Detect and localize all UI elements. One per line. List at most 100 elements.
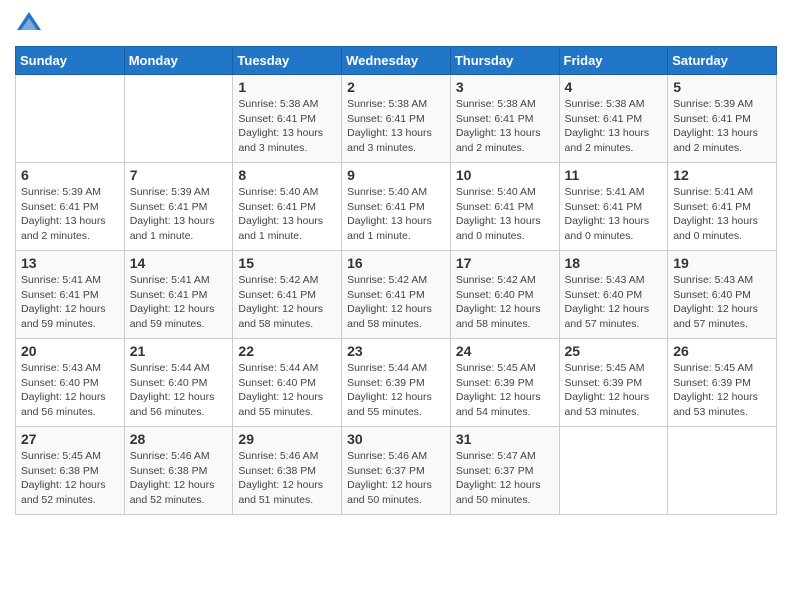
- calendar-cell: [559, 427, 668, 515]
- calendar-cell: 16 Sunrise: 5:42 AMSunset: 6:41 PMDayligh…: [342, 251, 451, 339]
- day-number: 22: [238, 343, 336, 359]
- day-detail: Sunrise: 5:41 AMSunset: 6:41 PMDaylight:…: [565, 185, 663, 244]
- calendar-cell: [16, 75, 125, 163]
- day-number: 1: [238, 79, 336, 95]
- day-detail: Sunrise: 5:44 AMSunset: 6:40 PMDaylight:…: [130, 361, 228, 420]
- calendar-week-row: 27 Sunrise: 5:45 AMSunset: 6:38 PMDayligh…: [16, 427, 777, 515]
- day-detail: Sunrise: 5:41 AMSunset: 6:41 PMDaylight:…: [21, 273, 119, 332]
- calendar-cell: [668, 427, 777, 515]
- calendar-cell: 6 Sunrise: 5:39 AMSunset: 6:41 PMDaylight…: [16, 163, 125, 251]
- day-number: 28: [130, 431, 228, 447]
- calendar-week-row: 1 Sunrise: 5:38 AMSunset: 6:41 PMDaylight…: [16, 75, 777, 163]
- calendar-cell: 26 Sunrise: 5:45 AMSunset: 6:39 PMDayligh…: [668, 339, 777, 427]
- day-detail: Sunrise: 5:42 AMSunset: 6:40 PMDaylight:…: [456, 273, 554, 332]
- page-header: [15, 10, 777, 38]
- weekday-header-sunday: Sunday: [16, 47, 125, 75]
- calendar-cell: 28Sunrise: 5:46 AMSunset: 6:38 PMDayligh…: [124, 427, 233, 515]
- day-number: 20: [21, 343, 119, 359]
- logo-icon: [15, 10, 43, 38]
- calendar-cell: 11 Sunrise: 5:41 AMSunset: 6:41 PMDayligh…: [559, 163, 668, 251]
- day-detail: Sunrise: 5:41 AMSunset: 6:41 PMDaylight:…: [673, 185, 771, 244]
- day-number: 16: [347, 255, 445, 271]
- day-number: 2: [347, 79, 445, 95]
- day-number: 14: [130, 255, 228, 271]
- day-number: 8: [238, 167, 336, 183]
- day-number: 10: [456, 167, 554, 183]
- day-number: 15: [238, 255, 336, 271]
- weekday-header-monday: Monday: [124, 47, 233, 75]
- day-detail: Sunrise: 5:43 AMSunset: 6:40 PMDaylight:…: [673, 273, 771, 332]
- calendar-cell: 29 Sunrise: 5:46 AMSunset: 6:38 PMDayligh…: [233, 427, 342, 515]
- day-number: 19: [673, 255, 771, 271]
- day-detail: Sunrise: 5:45 AMSunset: 6:39 PMDaylight:…: [673, 361, 771, 420]
- day-detail: Sunrise: 5:47 AMSunset: 6:37 PMDaylight:…: [456, 449, 554, 508]
- day-detail: Sunrise: 5:46 AMSunset: 6:38 PMDaylight:…: [238, 449, 336, 508]
- day-number: 18: [565, 255, 663, 271]
- day-number: 13: [21, 255, 119, 271]
- day-detail: Sunrise: 5:38 AMSunset: 6:41 PMDaylight:…: [347, 97, 445, 156]
- day-detail: Sunrise: 5:44 AMSunset: 6:40 PMDaylight:…: [238, 361, 336, 420]
- calendar-cell: 9Sunrise: 5:40 AMSunset: 6:41 PMDaylight…: [342, 163, 451, 251]
- calendar-cell: 31Sunrise: 5:47 AMSunset: 6:37 PMDayligh…: [450, 427, 559, 515]
- day-detail: Sunrise: 5:45 AMSunset: 6:39 PMDaylight:…: [565, 361, 663, 420]
- calendar-week-row: 6 Sunrise: 5:39 AMSunset: 6:41 PMDaylight…: [16, 163, 777, 251]
- calendar-cell: [124, 75, 233, 163]
- day-detail: Sunrise: 5:44 AMSunset: 6:39 PMDaylight:…: [347, 361, 445, 420]
- calendar-cell: 17 Sunrise: 5:42 AMSunset: 6:40 PMDayligh…: [450, 251, 559, 339]
- day-number: 5: [673, 79, 771, 95]
- calendar-table: SundayMondayTuesdayWednesdayThursdayFrid…: [15, 46, 777, 515]
- day-detail: Sunrise: 5:38 AMSunset: 6:41 PMDaylight:…: [565, 97, 663, 156]
- calendar-body: 1 Sunrise: 5:38 AMSunset: 6:41 PMDaylight…: [16, 75, 777, 515]
- day-number: 3: [456, 79, 554, 95]
- calendar-week-row: 13 Sunrise: 5:41 AMSunset: 6:41 PMDayligh…: [16, 251, 777, 339]
- day-number: 30: [347, 431, 445, 447]
- calendar-cell: 20Sunrise: 5:43 AMSunset: 6:40 PMDayligh…: [16, 339, 125, 427]
- calendar-cell: 8 Sunrise: 5:40 AMSunset: 6:41 PMDaylight…: [233, 163, 342, 251]
- calendar-cell: 4Sunrise: 5:38 AMSunset: 6:41 PMDaylight…: [559, 75, 668, 163]
- calendar-header: SundayMondayTuesdayWednesdayThursdayFrid…: [16, 47, 777, 75]
- calendar-cell: 1 Sunrise: 5:38 AMSunset: 6:41 PMDaylight…: [233, 75, 342, 163]
- day-number: 26: [673, 343, 771, 359]
- calendar-cell: 5 Sunrise: 5:39 AMSunset: 6:41 PMDaylight…: [668, 75, 777, 163]
- day-detail: Sunrise: 5:39 AMSunset: 6:41 PMDaylight:…: [21, 185, 119, 244]
- calendar-cell: 12 Sunrise: 5:41 AMSunset: 6:41 PMDayligh…: [668, 163, 777, 251]
- day-number: 9: [347, 167, 445, 183]
- calendar-cell: 15Sunrise: 5:42 AMSunset: 6:41 PMDayligh…: [233, 251, 342, 339]
- day-number: 12: [673, 167, 771, 183]
- calendar-cell: 23 Sunrise: 5:44 AMSunset: 6:39 PMDayligh…: [342, 339, 451, 427]
- logo: [15, 10, 47, 38]
- day-detail: Sunrise: 5:40 AMSunset: 6:41 PMDaylight:…: [238, 185, 336, 244]
- day-detail: Sunrise: 5:46 AMSunset: 6:37 PMDaylight:…: [347, 449, 445, 508]
- day-detail: Sunrise: 5:39 AMSunset: 6:41 PMDaylight:…: [673, 97, 771, 156]
- day-number: 6: [21, 167, 119, 183]
- calendar-cell: 2 Sunrise: 5:38 AMSunset: 6:41 PMDaylight…: [342, 75, 451, 163]
- day-detail: Sunrise: 5:38 AMSunset: 6:41 PMDaylight:…: [238, 97, 336, 156]
- day-detail: Sunrise: 5:45 AMSunset: 6:38 PMDaylight:…: [21, 449, 119, 508]
- day-number: 21: [130, 343, 228, 359]
- calendar-cell: 22 Sunrise: 5:44 AMSunset: 6:40 PMDayligh…: [233, 339, 342, 427]
- calendar-cell: 7 Sunrise: 5:39 AMSunset: 6:41 PMDaylight…: [124, 163, 233, 251]
- day-detail: Sunrise: 5:38 AMSunset: 6:41 PMDaylight:…: [456, 97, 554, 156]
- calendar-cell: 13 Sunrise: 5:41 AMSunset: 6:41 PMDayligh…: [16, 251, 125, 339]
- day-detail: Sunrise: 5:41 AMSunset: 6:41 PMDaylight:…: [130, 273, 228, 332]
- day-number: 23: [347, 343, 445, 359]
- weekday-header-wednesday: Wednesday: [342, 47, 451, 75]
- day-detail: Sunrise: 5:43 AMSunset: 6:40 PMDaylight:…: [565, 273, 663, 332]
- day-number: 29: [238, 431, 336, 447]
- calendar-cell: 25 Sunrise: 5:45 AMSunset: 6:39 PMDayligh…: [559, 339, 668, 427]
- calendar-cell: 30 Sunrise: 5:46 AMSunset: 6:37 PMDayligh…: [342, 427, 451, 515]
- weekday-header-friday: Friday: [559, 47, 668, 75]
- day-detail: Sunrise: 5:42 AMSunset: 6:41 PMDaylight:…: [347, 273, 445, 332]
- day-detail: Sunrise: 5:39 AMSunset: 6:41 PMDaylight:…: [130, 185, 228, 244]
- day-number: 17: [456, 255, 554, 271]
- day-number: 27: [21, 431, 119, 447]
- day-number: 25: [565, 343, 663, 359]
- weekday-header-tuesday: Tuesday: [233, 47, 342, 75]
- calendar-cell: 21 Sunrise: 5:44 AMSunset: 6:40 PMDayligh…: [124, 339, 233, 427]
- day-number: 7: [130, 167, 228, 183]
- weekday-header-row: SundayMondayTuesdayWednesdayThursdayFrid…: [16, 47, 777, 75]
- calendar-cell: 10Sunrise: 5:40 AMSunset: 6:41 PMDayligh…: [450, 163, 559, 251]
- calendar-cell: 14 Sunrise: 5:41 AMSunset: 6:41 PMDayligh…: [124, 251, 233, 339]
- day-number: 11: [565, 167, 663, 183]
- calendar-cell: 24Sunrise: 5:45 AMSunset: 6:39 PMDayligh…: [450, 339, 559, 427]
